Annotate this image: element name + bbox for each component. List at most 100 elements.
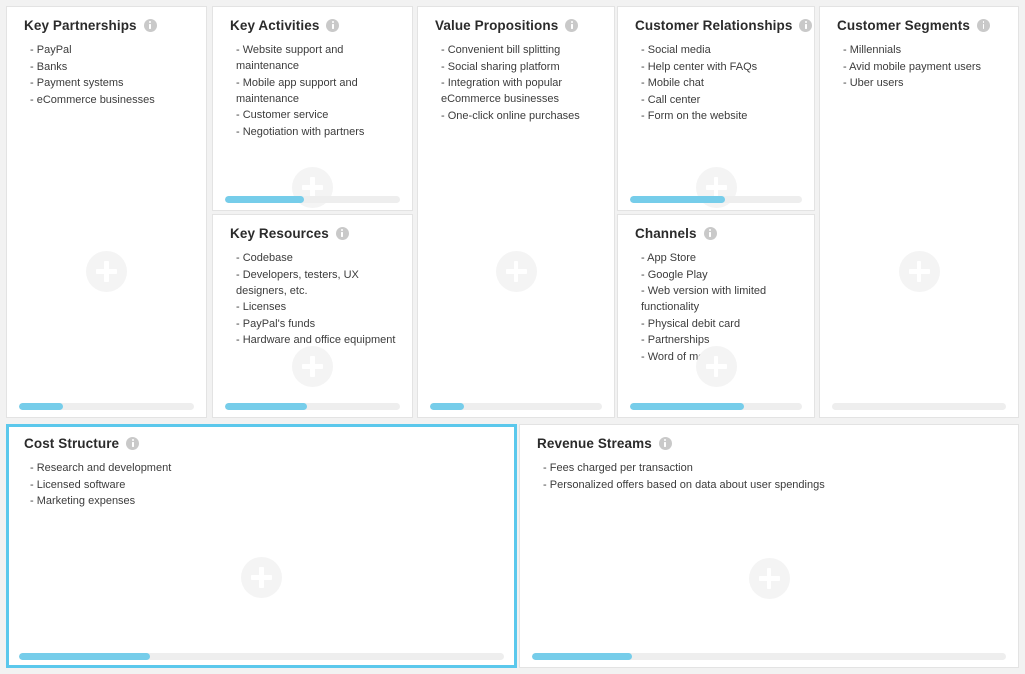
block-title: Cost Structure <box>24 436 120 451</box>
block-item-list: - Fees charged per transaction - Persona… <box>543 460 1006 493</box>
canvas-block-channels[interactable]: Channels - App Store - Google Play - Web… <box>617 214 815 418</box>
block-title: Customer Relationships <box>635 18 793 33</box>
canvas-block-key-partnerships[interactable]: Key Partnerships - PayPal - Banks - Paym… <box>6 6 207 418</box>
list-item[interactable]: - eCommerce businesses <box>30 92 194 108</box>
list-item[interactable]: - Google Play <box>641 267 802 283</box>
block-progress-bar <box>532 653 1006 660</box>
list-item[interactable]: - Mobile chat <box>641 75 802 91</box>
block-header: Cost Structure <box>24 436 502 451</box>
block-header: Key Partnerships <box>24 18 194 33</box>
block-header: Key Activities <box>230 18 400 33</box>
canvas-block-customer-relationships[interactable]: Customer Relationships - Social media - … <box>617 6 815 211</box>
list-item[interactable]: - App Store <box>641 250 802 266</box>
list-item[interactable]: - Codebase <box>236 250 400 266</box>
progress-fill <box>430 403 465 410</box>
list-item[interactable]: - Mobile app support and maintenance <box>236 75 400 107</box>
progress-fill <box>630 196 725 203</box>
list-item[interactable]: - Fees charged per transaction <box>543 460 1006 476</box>
block-header: Customer Segments <box>837 18 1006 33</box>
add-note-button[interactable] <box>898 251 940 292</box>
list-item[interactable]: - Social sharing platform <box>441 59 602 75</box>
canvas-block-key-resources[interactable]: Key Resources - Codebase - Developers, t… <box>212 214 413 418</box>
list-item[interactable]: - Avid mobile payment users <box>843 59 1006 75</box>
list-item[interactable]: - Physical debit card <box>641 316 802 332</box>
list-item[interactable]: - Form on the website <box>641 108 802 124</box>
block-header: Key Resources <box>230 226 400 241</box>
block-title: Customer Segments <box>837 18 970 33</box>
add-note-button[interactable] <box>695 346 737 387</box>
list-item[interactable]: - Web version with limited functionality <box>641 283 802 315</box>
block-title: Channels <box>635 226 697 241</box>
progress-fill <box>19 403 63 410</box>
list-item[interactable]: - Website support and maintenance <box>236 42 400 74</box>
list-item[interactable]: - Licensed software <box>30 477 502 493</box>
block-title: Value Propositions <box>435 18 559 33</box>
list-item[interactable]: - Uber users <box>843 75 1006 91</box>
info-icon[interactable] <box>326 19 340 32</box>
block-item-list: - Codebase - Developers, testers, UX des… <box>236 250 400 349</box>
list-item[interactable]: - Help center with FAQs <box>641 59 802 75</box>
block-progress-bar <box>225 196 400 203</box>
list-item[interactable]: - Integration with popular eCommerce bus… <box>441 75 602 107</box>
list-item[interactable]: - One-click online purchases <box>441 108 602 124</box>
canvas-block-cost-structure[interactable]: Cost Structure - Research and developmen… <box>6 424 517 668</box>
block-header: Value Propositions <box>435 18 602 33</box>
block-item-list: - PayPal - Banks - Payment systems - eCo… <box>30 42 194 108</box>
block-item-list: - Social media - Help center with FAQs -… <box>641 42 802 125</box>
list-item[interactable]: - Convenient bill splitting <box>441 42 602 58</box>
block-progress-bar <box>630 403 802 410</box>
block-header: Revenue Streams <box>537 436 1006 451</box>
block-progress-bar <box>832 403 1006 410</box>
list-item[interactable]: - Hardware and office equipment <box>236 332 400 348</box>
block-header: Channels <box>635 226 802 241</box>
progress-fill <box>630 403 744 410</box>
progress-fill <box>532 653 632 660</box>
info-icon[interactable] <box>126 437 140 450</box>
list-item[interactable]: - Call center <box>641 92 802 108</box>
progress-fill <box>225 196 304 203</box>
info-icon[interactable] <box>565 19 579 32</box>
list-item[interactable]: - Customer service <box>236 107 400 123</box>
canvas-block-value-propositions[interactable]: Value Propositions - Convenient bill spl… <box>417 6 615 418</box>
list-item[interactable]: - Partnerships <box>641 332 802 348</box>
block-progress-bar <box>19 403 194 410</box>
add-note-button[interactable] <box>241 557 282 598</box>
info-icon[interactable] <box>658 437 672 450</box>
info-icon[interactable] <box>976 19 990 32</box>
list-item[interactable]: - Research and development <box>30 460 502 476</box>
add-note-button[interactable] <box>495 251 537 292</box>
list-item[interactable]: - Licenses <box>236 299 400 315</box>
block-title: Revenue Streams <box>537 436 652 451</box>
info-icon[interactable] <box>143 19 157 32</box>
list-item[interactable]: - PayPal's funds <box>236 316 400 332</box>
list-item[interactable]: - Developers, testers, UX designers, etc… <box>236 267 400 299</box>
canvas-block-revenue-streams[interactable]: Revenue Streams - Fees charged per trans… <box>519 424 1019 668</box>
progress-fill <box>19 653 150 660</box>
list-item[interactable]: - Social media <box>641 42 802 58</box>
info-icon[interactable] <box>703 227 717 240</box>
add-note-button[interactable] <box>292 346 333 387</box>
block-item-list: - Convenient bill splitting - Social sha… <box>441 42 602 124</box>
block-item-list: - Research and development - Licensed so… <box>30 460 502 510</box>
block-progress-bar <box>225 403 400 410</box>
list-item[interactable]: - Millennials <box>843 42 1006 58</box>
block-title: Key Resources <box>230 226 329 241</box>
list-item[interactable]: - Marketing expenses <box>30 493 502 509</box>
canvas-block-customer-segments[interactable]: Customer Segments - Millennials - Avid m… <box>819 6 1019 418</box>
info-icon[interactable] <box>335 227 349 240</box>
list-item[interactable]: - Banks <box>30 59 194 75</box>
list-item[interactable]: - Negotiation with partners <box>236 124 400 140</box>
canvas-block-key-activities[interactable]: Key Activities - Website support and mai… <box>212 6 413 211</box>
block-item-list: - Millennials - Avid mobile payment user… <box>843 42 1006 92</box>
info-icon[interactable] <box>799 19 813 32</box>
block-title: Key Activities <box>230 18 320 33</box>
block-progress-bar <box>430 403 602 410</box>
add-note-button[interactable] <box>748 558 790 599</box>
list-item[interactable]: - Personalized offers based on data abou… <box>543 477 1006 493</box>
block-item-list: - Website support and maintenance - Mobi… <box>236 42 400 140</box>
add-note-button[interactable] <box>86 251 127 292</box>
block-title: Key Partnerships <box>24 18 137 33</box>
block-progress-bar <box>630 196 802 203</box>
list-item[interactable]: - PayPal <box>30 42 194 58</box>
list-item[interactable]: - Payment systems <box>30 75 194 91</box>
